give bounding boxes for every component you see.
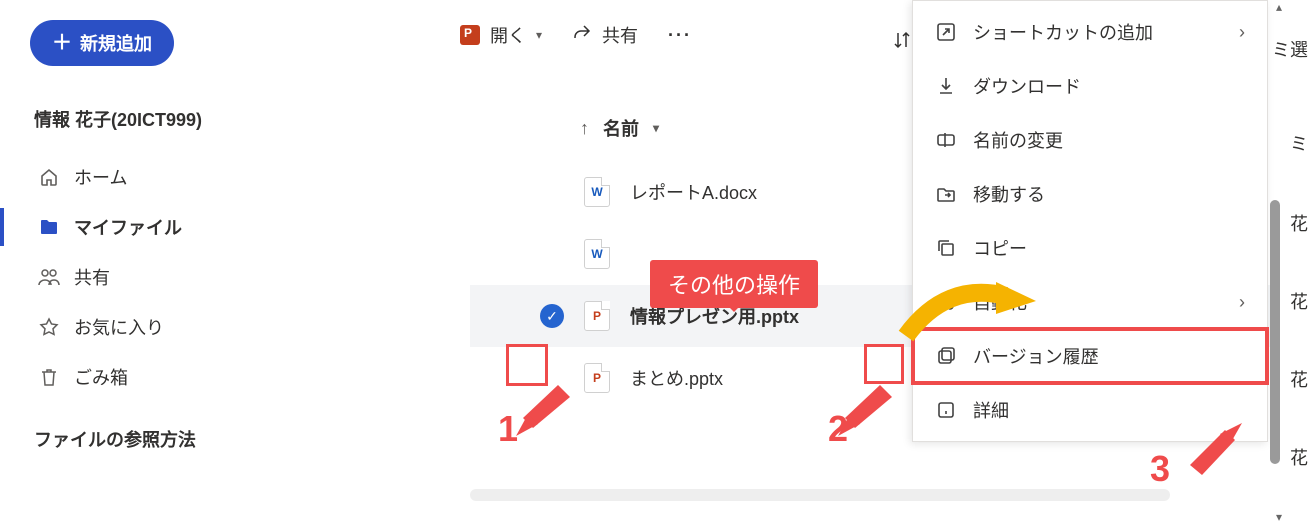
ctx-label: ショートカットの追加 <box>973 19 1153 45</box>
row-checkbox[interactable] <box>540 242 564 266</box>
ctx-rename[interactable]: 名前の変更 <box>913 113 1267 167</box>
horizontal-scrollbar[interactable] <box>470 489 1170 501</box>
ppt-file-icon: P <box>584 301 610 331</box>
trash-icon <box>38 367 60 387</box>
nav-label: ごみ箱 <box>74 364 128 390</box>
ctx-label: コピー <box>973 235 1027 261</box>
nav-label: マイファイル <box>74 214 182 240</box>
annotation-number-3: 3 <box>1150 448 1170 490</box>
column-name-label: 名前 <box>603 115 639 141</box>
copy-icon <box>935 238 957 258</box>
ctx-copy[interactable]: コピー <box>913 221 1267 275</box>
arrow-up-icon: ↑ <box>580 118 589 139</box>
scroll-up-icon[interactable]: ▴ <box>1276 0 1282 14</box>
edge-fragment: 花 <box>1290 210 1308 236</box>
folder-icon <box>38 218 60 236</box>
open-label: 開く <box>490 22 526 48</box>
version-history-icon <box>935 346 957 366</box>
ctx-add-shortcut[interactable]: ショートカットの追加 › <box>913 5 1267 59</box>
open-menu[interactable]: 開く ▾ <box>460 22 542 48</box>
details-icon <box>935 400 957 420</box>
ctx-label: バージョン履歴 <box>973 343 1099 369</box>
ctx-move[interactable]: 移動する <box>913 167 1267 221</box>
shortcut-icon <box>935 22 957 42</box>
chevron-down-icon: ▾ <box>536 28 542 42</box>
sort-icon[interactable] <box>892 30 912 55</box>
ctx-label: 名前の変更 <box>973 127 1063 153</box>
download-icon <box>935 76 957 96</box>
file-toolbar: 開く ▾ 共有 ··· <box>460 22 692 48</box>
scrollbar-thumb[interactable] <box>1270 200 1280 464</box>
move-icon <box>935 185 957 203</box>
nav-label: 共有 <box>74 264 110 290</box>
user-name: 情報 花子(20ICT999) <box>34 106 300 132</box>
toolbar-more[interactable]: ··· <box>668 25 692 46</box>
word-file-icon: W <box>584 177 610 207</box>
nav-favorites[interactable]: お気に入り <box>30 302 300 352</box>
share-icon <box>572 23 592 48</box>
ctx-label: 詳細 <box>973 397 1009 423</box>
edge-fragment: 花 <box>1290 444 1308 470</box>
context-menu: ショートカットの追加 › ダウンロード 名前の変更 移動する コピー 自動化 › <box>912 0 1268 442</box>
annotation-arrow-yellow <box>896 276 1046 346</box>
nav-shared[interactable]: 共有 <box>30 252 300 302</box>
word-file-icon: W <box>584 239 610 269</box>
sidebar: ＋ 新規追加 情報 花子(20ICT999) ホーム マイファイル 共有 <box>0 0 300 529</box>
annotation-number-2: 2 <box>828 408 848 450</box>
sidebar-section-title: ファイルの参照方法 <box>30 426 300 452</box>
callout-text: その他の操作 <box>668 273 800 298</box>
nav-home[interactable]: ホーム <box>30 152 300 202</box>
star-icon <box>38 317 60 337</box>
home-icon <box>38 167 60 187</box>
nav-label: ホーム <box>74 164 127 190</box>
nav-list: ホーム マイファイル 共有 お気に入り ごみ箱 <box>30 152 300 402</box>
row-checkbox[interactable] <box>540 180 564 204</box>
chevron-right-icon: › <box>1239 22 1245 43</box>
edge-fragment: ミ選 <box>1272 36 1308 62</box>
share-button[interactable]: 共有 <box>572 22 638 48</box>
edge-fragment: 花 <box>1290 366 1308 392</box>
rename-icon <box>935 131 957 149</box>
people-icon <box>38 268 60 286</box>
row-checkbox-checked[interactable]: ✓ <box>540 304 564 328</box>
new-button-label: 新規追加 <box>80 30 152 56</box>
new-button[interactable]: ＋ 新規追加 <box>30 20 174 66</box>
nav-my-files[interactable]: マイファイル <box>30 202 300 252</box>
scroll-down-icon[interactable]: ▾ <box>1276 510 1282 524</box>
annotation-number-1: 1 <box>498 408 518 450</box>
edge-fragment: 花 <box>1290 288 1308 314</box>
annotation-callout: その他の操作 <box>650 260 818 308</box>
chevron-right-icon: › <box>1239 292 1245 313</box>
annotation-box-2 <box>864 344 904 384</box>
ppt-file-icon: P <box>584 363 610 393</box>
powerpoint-icon <box>460 25 480 45</box>
nav-label: お気に入り <box>74 314 164 340</box>
edge-fragment: ミ <box>1290 130 1308 156</box>
chevron-down-icon: ▾ <box>653 121 659 135</box>
share-label: 共有 <box>602 22 638 48</box>
nav-trash[interactable]: ごみ箱 <box>30 352 300 402</box>
ctx-label: ダウンロード <box>973 73 1081 99</box>
plus-icon: ＋ <box>52 33 72 53</box>
annotation-arrow-3 <box>1180 420 1250 475</box>
ctx-download[interactable]: ダウンロード <box>913 59 1267 113</box>
ctx-label: 移動する <box>973 181 1045 207</box>
